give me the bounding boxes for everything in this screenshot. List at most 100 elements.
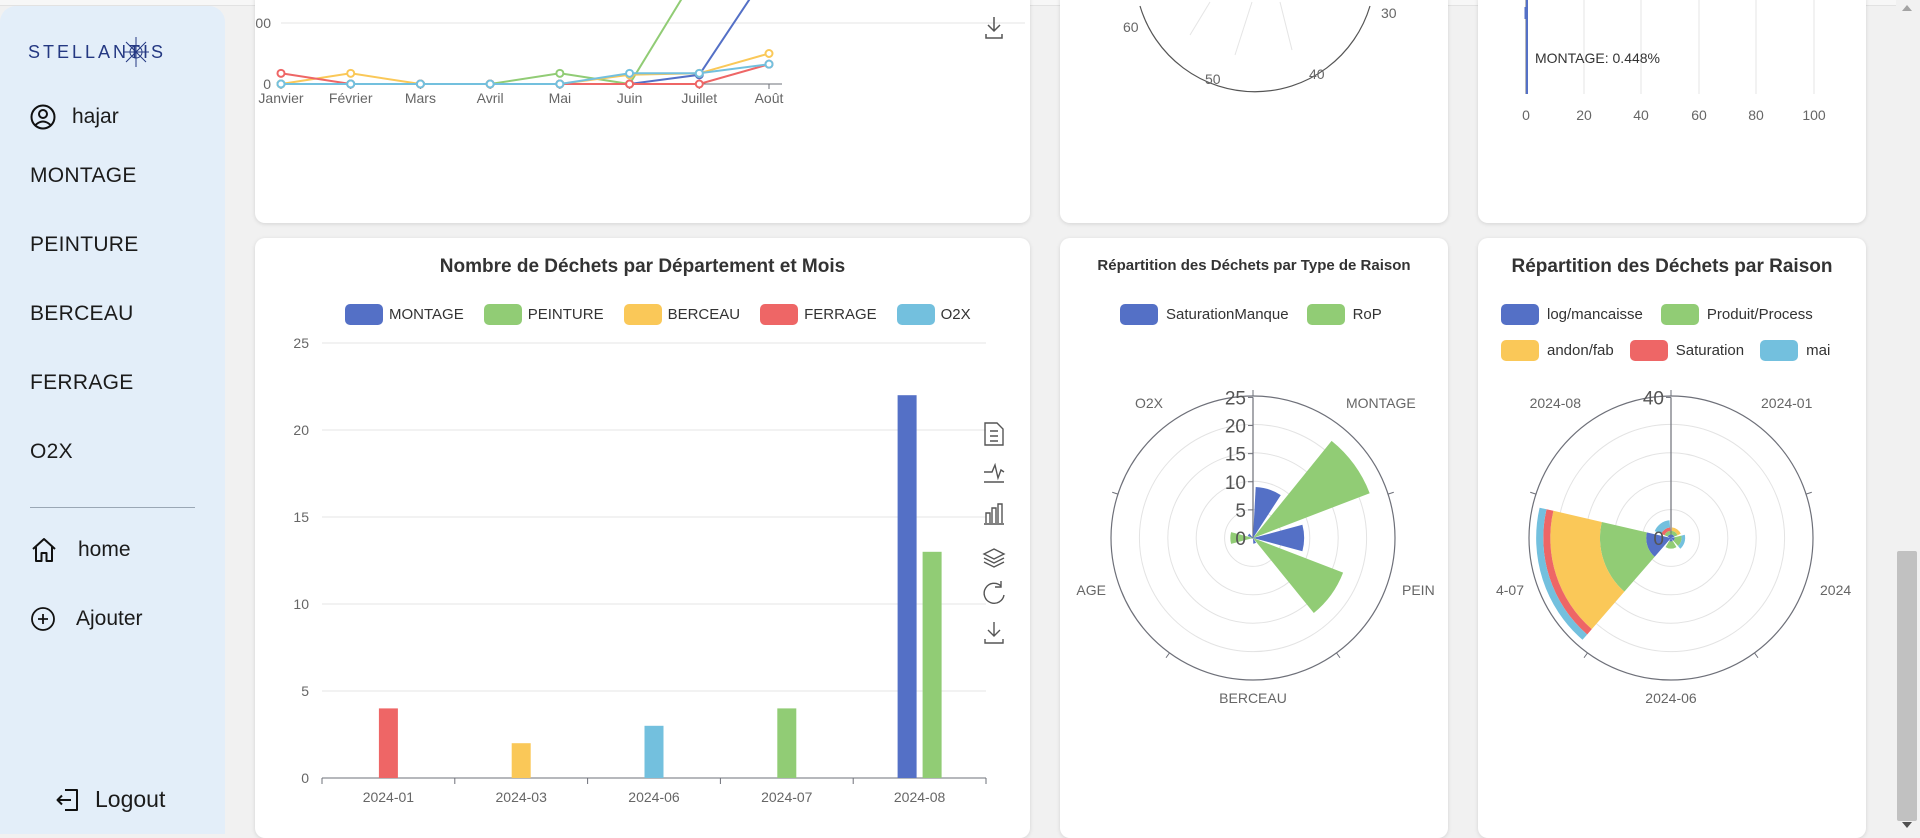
bar-montage-2024-08 [897, 395, 917, 778]
polar-tick [1754, 652, 1759, 659]
polar-chart-top: 60 50 40 30 [1123, 1, 1397, 93]
hbar-xtick: 100 [1802, 107, 1826, 123]
polar-type-chart: 25 20 15 10 5 0 MONTAGE PEIN BERCEAU AGE O2X [1076, 388, 1434, 706]
polar-radius-label: 40 [1643, 388, 1664, 409]
sidebar-item-ajouter[interactable]: Ajouter [30, 606, 143, 632]
line-icon[interactable] [984, 462, 1005, 483]
line-chart-card: 0200JanvierFévrierMarsAvrilMaiJuinJuille… [255, 0, 1030, 223]
sidebar-item-o2x[interactable]: O2X [30, 440, 73, 464]
scrollbar-thumb[interactable] [1897, 551, 1917, 821]
polar-tick [1805, 491, 1812, 495]
bar-peinture-2024-07 [777, 708, 797, 778]
polar-tick [1530, 491, 1537, 495]
line-xtick-label: Mai [549, 90, 572, 106]
user-profile[interactable]: hajar [30, 104, 119, 130]
scroll-down-arrow-icon[interactable] [1902, 822, 1912, 828]
sidebar: STELLANTIS hajar MONTAGE PEINTURE BERCEA… [0, 6, 225, 834]
add-circle-icon [31, 607, 55, 631]
polar-tick [1165, 652, 1170, 659]
data-view-icon[interactable] [984, 422, 1004, 446]
polar-reason-card: Répartition des Déchets par Raison log/m… [1478, 238, 1866, 838]
hbar-xtick: 40 [1633, 107, 1649, 123]
stack-icon[interactable] [982, 548, 1006, 568]
polar-tick [1387, 491, 1394, 495]
bar-ytick: 15 [293, 509, 309, 525]
bar-xtick-label: 2024-03 [496, 789, 548, 805]
logout-label: Logout [95, 786, 166, 812]
line-point [625, 79, 635, 89]
bar-ytick: 10 [293, 596, 309, 612]
line-xtick-label: Janvier [258, 90, 303, 106]
bar-xtick-label: 2024-08 [894, 789, 946, 805]
bar-o2x-2024-06 [644, 725, 664, 778]
logout-button[interactable]: Logout [55, 786, 165, 813]
logout-icon [56, 788, 78, 811]
polar-tick-60: 60 [1123, 19, 1139, 35]
username: hajar [72, 105, 119, 128]
add-label: Ajouter [76, 607, 143, 630]
bar-chart: 0 5 10 15 20 25 2024-01 2024-03 2024-06 2024-07 20… [293, 335, 1006, 805]
polar-angle-label: 4-07 [1496, 582, 1524, 598]
polar-radius-label: 20 [1225, 417, 1246, 438]
hbar-chart: MONTAGE: 0.448% 0 20 40 60 80 100 [1522, 0, 1826, 123]
polar-chart-card-top: 60 50 40 30 [1060, 0, 1448, 223]
line-point [555, 79, 565, 89]
hbar-label: MONTAGE: 0.448% [1535, 50, 1660, 66]
stellantis-logo: STELLANTIS [28, 37, 198, 74]
home-label: home [78, 538, 131, 561]
restore-icon[interactable] [983, 581, 1005, 604]
line-point [555, 68, 565, 78]
line-point [694, 68, 704, 78]
sidebar-item-home[interactable]: home [30, 536, 131, 564]
sidebar-item-montage[interactable]: MONTAGE [30, 164, 137, 188]
polar-tick [1112, 491, 1119, 495]
bar-icon[interactable] [984, 503, 1004, 525]
line-point [415, 79, 425, 89]
line-xtick-label: Février [329, 90, 373, 106]
bar-peinture-2024-08 [922, 551, 942, 778]
line-point [694, 79, 704, 89]
sidebar-item-ferrage[interactable]: FERRAGE [30, 371, 134, 395]
line-point [625, 68, 635, 78]
polar-angle-label: 2024-08 [1530, 395, 1582, 411]
polar-radius-label: 0 [1653, 529, 1664, 550]
bar-ferrage-2024-01 [378, 708, 398, 778]
toolbox [982, 422, 1006, 644]
polar-tick-40: 40 [1309, 66, 1325, 82]
bar-xtick-label: 2024-06 [628, 789, 680, 805]
polar-radius-label: 15 [1225, 445, 1246, 466]
polar-bar-0-1 [1253, 440, 1370, 538]
sidebar-item-peinture[interactable]: PEINTURE [30, 233, 139, 257]
line-point [485, 79, 495, 89]
line-point [276, 79, 286, 89]
sidebar-item-berceau[interactable]: BERCEAU [30, 302, 134, 326]
brand-star-icon [123, 37, 149, 67]
polar-tick [1583, 652, 1588, 659]
bar-ytick: 20 [293, 422, 309, 438]
polar-radius-label: 5 [1235, 501, 1246, 522]
user-icon [30, 104, 56, 130]
line-xtick-label: Juin [617, 90, 643, 106]
line-xtick-label: Mars [405, 90, 436, 106]
polar-type-card: Répartition des Déchets par Type de Rais… [1060, 238, 1448, 838]
bar-ytick: 5 [301, 683, 309, 699]
bar-ytick: 0 [301, 770, 309, 786]
line-xtick-label: Avril [477, 90, 504, 106]
hbar-chart-card: MONTAGE: 0.448% 0 20 40 60 80 100 [1478, 0, 1866, 223]
polar-tick-30: 30 [1381, 5, 1397, 21]
polar-tick [1336, 652, 1341, 659]
line-point [764, 49, 774, 58]
line-point [276, 68, 286, 78]
hbar-xtick: 80 [1748, 107, 1764, 123]
polar-angle-label: AGE [1076, 582, 1106, 598]
polar-radius-label: 10 [1225, 473, 1246, 494]
download-icon[interactable] [984, 622, 1004, 644]
scroll-up-arrow-icon[interactable] [1902, 5, 1912, 11]
line-point [346, 68, 356, 78]
polar-angle-label: O2X [1135, 395, 1164, 411]
polar-tick-50: 50 [1205, 71, 1221, 87]
polar-reason-chart: 40 0 2024-01 2024 2024-06 4-07 2024-08 [1496, 388, 1851, 706]
sidebar-divider [30, 507, 195, 508]
download-icon[interactable] [985, 17, 1003, 39]
hbar-xtick: 60 [1691, 107, 1707, 123]
